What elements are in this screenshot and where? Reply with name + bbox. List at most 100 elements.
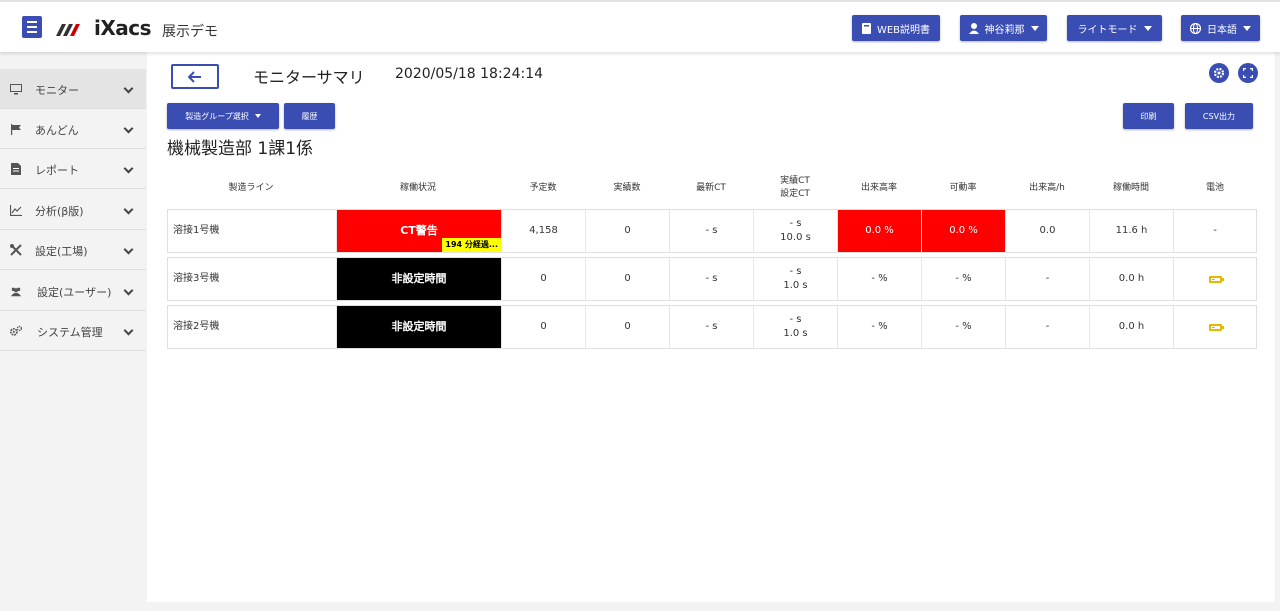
history-label: 履歴 (301, 111, 318, 121)
column-header: 可動率 (949, 182, 977, 193)
user-icon (968, 22, 979, 34)
section-title: 機械製造部 1課1係 (167, 139, 314, 159)
chevron-down-icon (123, 123, 134, 134)
fullscreen-button[interactable] (1238, 63, 1258, 83)
sidebar-item-andon[interactable]: あんどん (0, 109, 146, 149)
user-menu-button[interactable]: 神谷莉那 (960, 15, 1047, 41)
chevron-down-icon (1143, 25, 1152, 31)
menu-icon[interactable] (22, 16, 42, 38)
uptime-rate: - % (922, 306, 1006, 348)
set-ct: 1.0 s (783, 328, 808, 339)
history-button[interactable]: 履歴 (284, 103, 335, 129)
web-manual-button[interactable]: WEB説明書 (852, 15, 940, 41)
settings-button[interactable] (1209, 63, 1229, 83)
print-label: 印刷 (1140, 111, 1157, 121)
language-label: 日本語 (1207, 24, 1237, 36)
csv-export-label: CSV出力 (1202, 111, 1236, 121)
column-header: 稼働時間 (1112, 182, 1149, 193)
status-cell: 非設定時間 (337, 306, 502, 348)
table-row[interactable]: 溶接1号機 CT警告 194 分経過... 4,158 0 - s - s 10.… (167, 209, 1257, 253)
ct-cell: - s 10.0 s (754, 210, 838, 252)
chevron-down-icon (123, 244, 134, 255)
chevron-down-icon (123, 83, 134, 94)
run-time: 11.6 h (1090, 210, 1174, 252)
battery-icon (1208, 275, 1224, 283)
sidebar-item-analysis[interactable]: 分析(β版) (0, 190, 146, 230)
run-time: 0.0 h (1090, 258, 1174, 300)
chevron-down-icon (1030, 25, 1039, 31)
status-cell: CT警告 194 分経過... (337, 210, 502, 252)
battery-icon (1208, 323, 1224, 331)
run-time: 0.0 h (1090, 306, 1174, 348)
actual-count: 0 (586, 210, 670, 252)
group-select-label: 製造グループ選択 (185, 111, 249, 121)
document-icon (10, 163, 22, 175)
column-header: 最新CT (696, 182, 726, 193)
actual-ct: - s (789, 266, 802, 277)
flag-icon (10, 123, 22, 135)
column-header: 製造ライン (228, 182, 274, 193)
table-row[interactable]: 溶接3号機 非設定時間 0 0 - s - s 1.0 s - % - % - 0… (167, 257, 1257, 301)
chevron-down-icon (123, 285, 134, 296)
table-header: 製造ライン 稼働状況 予定数 実績数 最新CT 実績CT 設定CT 出来高率 可動… (167, 170, 1257, 206)
csv-export-button[interactable]: CSV出力 (1185, 103, 1253, 129)
line-name: 溶接1号機 (168, 210, 337, 252)
table-row[interactable]: 溶接2号機 非設定時間 0 0 - s - s 1.0 s - % - % - 0… (167, 305, 1257, 349)
theme-mode-label: ライトモード (1077, 24, 1138, 36)
sidebar-item-label: 設定(工場) (35, 245, 88, 258)
column-header: 予定数 (529, 182, 557, 193)
column-header: 実績数 (613, 182, 641, 193)
globe-icon (1190, 22, 1201, 34)
logo-text: iXacs (94, 16, 152, 40)
web-manual-label: WEB説明書 (876, 24, 931, 36)
elapsed-badge: 194 分経過... (442, 238, 501, 252)
language-button[interactable]: 日本語 (1181, 15, 1260, 41)
sidebar-item-report[interactable]: レポート (0, 149, 146, 189)
uptime-rate: - % (922, 258, 1006, 300)
chevron-down-icon (123, 204, 134, 215)
ct-cell: - s 1.0 s (754, 258, 838, 300)
chevron-down-icon (254, 114, 261, 118)
line-name: 溶接2号機 (168, 306, 337, 348)
sidebar-item-label: 分析(β版) (35, 205, 84, 218)
logo-mark-icon (56, 24, 80, 36)
app-title: 展示デモ (162, 24, 218, 40)
uptime-rate: 0.0 % (922, 210, 1006, 252)
monitor-icon (10, 83, 22, 95)
logo: iXacs (56, 15, 152, 41)
arrow-left-icon (188, 70, 201, 83)
cogs-icon (10, 325, 22, 337)
sidebar-item-user-settings[interactable]: 設定(ユーザー) (0, 271, 146, 311)
sidebar-item-monitor[interactable]: モニター (0, 69, 146, 109)
status-cell: 非設定時間 (337, 258, 502, 300)
page-title: モニターサマリ (253, 68, 365, 87)
set-ct: 10.0 s (780, 232, 811, 243)
theme-mode-button[interactable]: ライトモード (1067, 15, 1162, 41)
chevron-down-icon (123, 163, 134, 174)
actual-ct: - s (789, 314, 802, 325)
sidebar-item-label: システム管理 (37, 326, 103, 339)
print-button[interactable]: 印刷 (1123, 103, 1174, 129)
sidebar-item-label: 設定(ユーザー) (37, 286, 112, 299)
output-per-hour: - (1006, 306, 1090, 348)
sidebar-item-factory-settings[interactable]: 設定(工場) (0, 230, 146, 270)
back-button[interactable] (171, 64, 219, 89)
sidebar-item-label: モニター (35, 84, 79, 97)
status-badge: 非設定時間 (391, 272, 447, 285)
sidebar-item-system-admin[interactable]: システム管理 (0, 311, 146, 351)
latest-ct: - s (670, 306, 754, 348)
main-content: モニターサマリ 2020/05/18 18:24:14 製造グループ選択 履歴 … (147, 52, 1275, 602)
user-name: 神谷莉那 (984, 24, 1025, 36)
actual-count: 0 (586, 258, 670, 300)
latest-ct: - s (670, 210, 754, 252)
status-badge: CT警告 (400, 224, 438, 237)
column-header: 稼働状況 (399, 182, 436, 193)
sidebar-item-label: あんどん (35, 124, 79, 137)
fullscreen-icon (1243, 68, 1253, 78)
current-datetime: 2020/05/18 18:24:14 (395, 66, 544, 82)
line-name: 溶接3号機 (168, 258, 337, 300)
sidebar-item-label: レポート (35, 164, 79, 177)
group-select-button[interactable]: 製造グループ選択 (167, 103, 279, 129)
output-rate: - % (838, 258, 922, 300)
ct-cell: - s 1.0 s (754, 306, 838, 348)
